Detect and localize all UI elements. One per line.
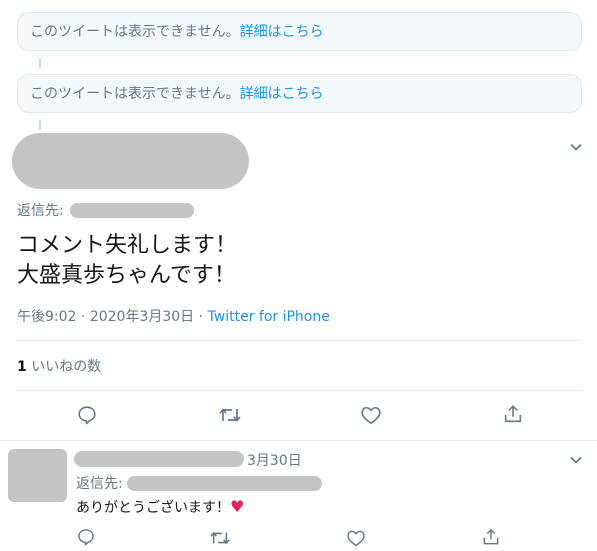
tweet-text-line: 大盛真歩ちゃんです！: [17, 263, 236, 288]
unavailable-tweet-notice: このツイートは表示できません。詳細はこちら: [17, 74, 582, 113]
tweet-meta: 午後9:02 · 2020年3月30日 · Twitter for iPhone: [17, 308, 330, 326]
share-icon[interactable]: [502, 403, 524, 425]
details-link[interactable]: 詳細はこちら: [240, 86, 324, 102]
tweet-source-link[interactable]: Twitter for iPhone: [208, 309, 330, 325]
chevron-down-icon[interactable]: [569, 453, 583, 467]
divider: [17, 340, 582, 341]
details-link[interactable]: 詳細はこちら: [240, 24, 324, 40]
unavailable-tweet-notice: このツイートは表示できません。詳細はこちら: [17, 12, 582, 51]
retweet-icon[interactable]: [209, 528, 231, 548]
divider: [17, 390, 582, 391]
reply-date[interactable]: 3月30日: [247, 452, 302, 470]
unavailable-text: このツイートは表示できません。: [30, 86, 240, 102]
like-count-label: いいねの数: [31, 359, 102, 375]
tweet-separator: [0, 440, 597, 441]
blurred-reply-to-handle[interactable]: [70, 203, 194, 218]
tweet-date[interactable]: 2020年3月30日: [90, 309, 194, 325]
unavailable-text: このツイートは表示できません。: [30, 24, 240, 40]
avatar[interactable]: [8, 449, 67, 502]
like-icon[interactable]: [360, 405, 382, 425]
blurred-author-name[interactable]: [74, 451, 244, 467]
chevron-down-icon[interactable]: [569, 140, 583, 154]
like-icon[interactable]: [346, 529, 366, 547]
share-icon[interactable]: [481, 527, 501, 547]
reply-to-label: 返信先:: [76, 476, 123, 492]
reply-text-content: ありがとうございます！: [76, 500, 230, 516]
reply-to-label: 返信先:: [17, 203, 64, 219]
heart-emoji-icon: ♥: [230, 497, 245, 516]
reply-icon[interactable]: [76, 404, 98, 426]
reply-icon[interactable]: [76, 527, 96, 547]
tweet-time[interactable]: 午後9:02: [17, 309, 76, 325]
thread-line: [39, 58, 41, 68]
meta-separator: ·: [80, 309, 86, 325]
thread-line: [39, 120, 41, 130]
reply-text: ありがとうございます！♥: [76, 498, 244, 517]
tweet-text-line: コメント失礼します！: [17, 233, 238, 258]
like-count-number: 1: [17, 359, 27, 375]
blurred-reply-to-handle[interactable]: [127, 476, 322, 491]
likes-count[interactable]: 1 いいねの数: [17, 358, 101, 376]
retweet-icon[interactable]: [218, 404, 242, 426]
tweet-text: コメント失礼します！ 大盛真歩ちゃんです！: [17, 231, 237, 291]
blurred-author-header: [12, 133, 249, 189]
meta-separator: ·: [198, 309, 204, 325]
